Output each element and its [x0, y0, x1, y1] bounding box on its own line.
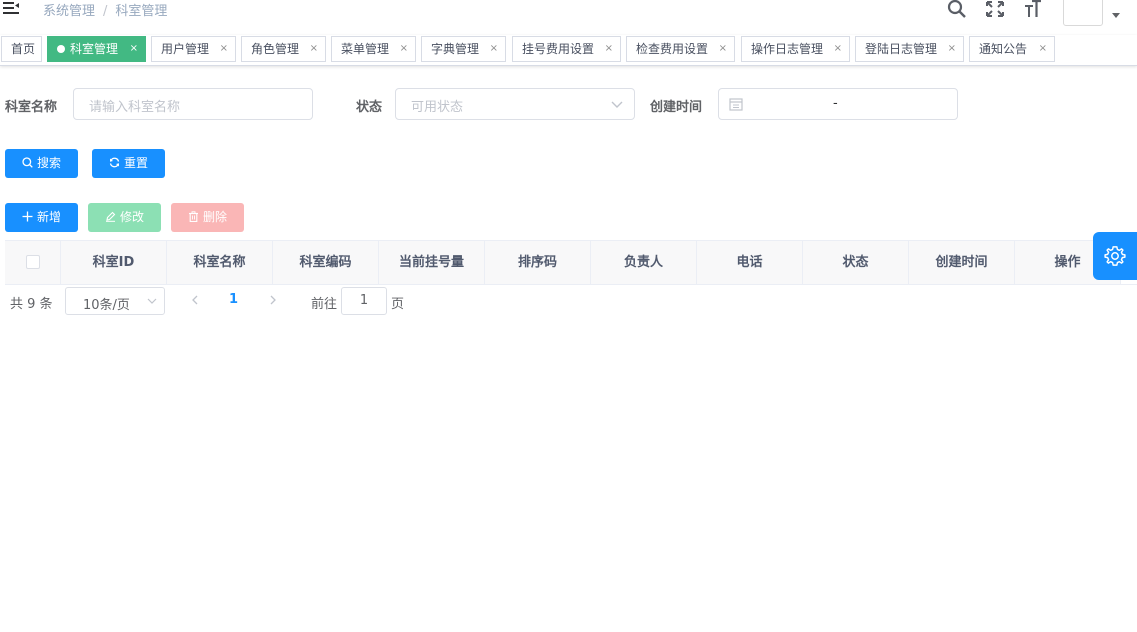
tag-user[interactable]: 用户管理 ×: [151, 36, 236, 62]
tag-label: 菜单管理: [341, 42, 390, 56]
close-icon[interactable]: ×: [310, 37, 318, 61]
tag-label: 通知公告: [979, 42, 1028, 56]
tag-label: 检查费用设置: [636, 42, 709, 56]
tag-label: 登陆日志管理: [865, 42, 938, 56]
dept-table: 科室ID 科室名称 科室编码 当前挂号量 排序码 负责人 电话 状态 创建时间 …: [5, 240, 1137, 285]
tag-reg-fee[interactable]: 挂号费用设置 ×: [512, 36, 621, 62]
edit-icon: [105, 211, 116, 222]
close-icon[interactable]: ×: [834, 37, 842, 61]
column-header[interactable]: 科室ID: [61, 241, 167, 284]
search-button-label: 搜索: [36, 156, 61, 170]
status-label: 状态: [356, 100, 383, 115]
chevron-down-icon: [147, 298, 157, 304]
tag-label: 科室管理: [70, 42, 119, 56]
column-header[interactable]: 科室编码: [273, 241, 379, 284]
close-icon[interactable]: ×: [605, 37, 613, 61]
tag-dict[interactable]: 字典管理 ×: [421, 36, 506, 62]
tag-notice[interactable]: 通知公告 ×: [969, 36, 1055, 62]
close-icon[interactable]: ×: [1039, 37, 1047, 61]
tag-label: 操作日志管理: [751, 42, 824, 56]
settings-button[interactable]: [1093, 232, 1137, 280]
prev-page-icon[interactable]: [190, 293, 200, 307]
column-header[interactable]: 科室名称: [167, 241, 273, 284]
calendar-icon: [729, 98, 743, 111]
avatar[interactable]: [1063, 0, 1103, 26]
close-icon[interactable]: ×: [220, 37, 228, 61]
create-time-range[interactable]: -: [718, 88, 958, 120]
plus-icon: [22, 211, 33, 222]
column-header[interactable]: 电话: [697, 241, 803, 284]
goto-label: 前往: [311, 297, 338, 312]
tag-role[interactable]: 角色管理 ×: [241, 36, 326, 62]
delete-button[interactable]: 删除: [171, 203, 244, 232]
tag-label: 首页: [11, 42, 36, 56]
add-button-label: 新增: [36, 210, 61, 224]
navbar: 系统管理 / 科室管理: [0, 0, 1137, 35]
column-header[interactable]: 状态: [803, 241, 909, 284]
goto-page-input[interactable]: 1: [341, 287, 387, 315]
page-number-current[interactable]: 1: [229, 292, 238, 307]
fullscreen-icon[interactable]: [985, 0, 1005, 18]
search-icon[interactable]: [947, 0, 967, 18]
tag-home[interactable]: 首页: [1, 36, 42, 62]
column-selection: [5, 241, 61, 284]
status-select[interactable]: 可用状态: [395, 88, 635, 120]
tag-check-fee[interactable]: 检查费用设置 ×: [626, 36, 735, 62]
breadcrumb-item-current: 科室管理: [115, 4, 168, 19]
pagination-total: 共 9 条: [10, 297, 53, 312]
edit-button-label: 修改: [119, 210, 144, 224]
breadcrumb-item-system[interactable]: 系统管理: [43, 4, 95, 19]
tag-dept[interactable]: 科室管理 ×: [47, 36, 146, 62]
create-time-label: 创建时间: [650, 100, 703, 115]
tags-view: 首页 科室管理 × 用户管理 × 角色管理 × 菜单管理 × 字典管理 × 挂号费用设置 ×…: [0, 35, 1137, 66]
tag-login-log[interactable]: 登陆日志管理 ×: [855, 36, 964, 62]
tag-label: 字典管理: [431, 42, 480, 56]
date-range-separator: -: [833, 96, 838, 111]
select-all-checkbox[interactable]: [26, 255, 40, 269]
gear-icon: [1104, 246, 1126, 266]
page-size-select[interactable]: 10条/页: [65, 287, 165, 315]
dept-name-placeholder: 请输入科室名称: [89, 100, 181, 115]
chevron-down-icon: [611, 101, 623, 108]
breadcrumb: 系统管理 / 科室管理: [43, 0, 167, 19]
delete-button-label: 删除: [202, 210, 227, 224]
active-dot-icon: [57, 45, 65, 53]
close-icon[interactable]: ×: [400, 37, 408, 61]
close-icon[interactable]: ×: [130, 37, 138, 61]
add-button[interactable]: 新增: [5, 203, 78, 232]
column-header[interactable]: 当前挂号量: [379, 241, 485, 284]
trash-icon: [188, 211, 198, 222]
tag-label: 用户管理: [161, 42, 210, 56]
hamburger-icon[interactable]: [3, 1, 19, 15]
tag-label: 角色管理: [251, 42, 300, 56]
breadcrumb-separator: /: [103, 4, 108, 19]
close-icon[interactable]: ×: [948, 37, 956, 61]
tag-oper-log[interactable]: 操作日志管理 ×: [741, 36, 850, 62]
status-placeholder: 可用状态: [411, 100, 464, 115]
reset-button[interactable]: 重置: [92, 149, 165, 178]
caret-down-icon[interactable]: [1112, 13, 1120, 18]
page-size-value: 10条/页: [83, 298, 130, 313]
font-size-icon[interactable]: [1023, 0, 1043, 18]
tag-menu[interactable]: 菜单管理 ×: [331, 36, 416, 62]
dept-name-label: 科室名称: [5, 100, 58, 115]
column-header[interactable]: 排序码: [485, 241, 591, 284]
column-header[interactable]: 负责人: [591, 241, 697, 284]
edit-button[interactable]: 修改: [88, 203, 161, 232]
page-suffix: 页: [391, 297, 405, 312]
next-page-icon[interactable]: [268, 293, 278, 307]
reset-button-label: 重置: [123, 156, 148, 170]
dept-name-input[interactable]: 请输入科室名称: [73, 88, 313, 120]
column-header[interactable]: 创建时间: [909, 241, 1015, 284]
close-icon[interactable]: ×: [719, 37, 727, 61]
refresh-icon: [109, 157, 120, 168]
search-button[interactable]: 搜索: [5, 149, 78, 178]
tag-label: 挂号费用设置: [522, 42, 595, 56]
search-icon: [22, 157, 33, 168]
close-icon[interactable]: ×: [490, 37, 498, 61]
